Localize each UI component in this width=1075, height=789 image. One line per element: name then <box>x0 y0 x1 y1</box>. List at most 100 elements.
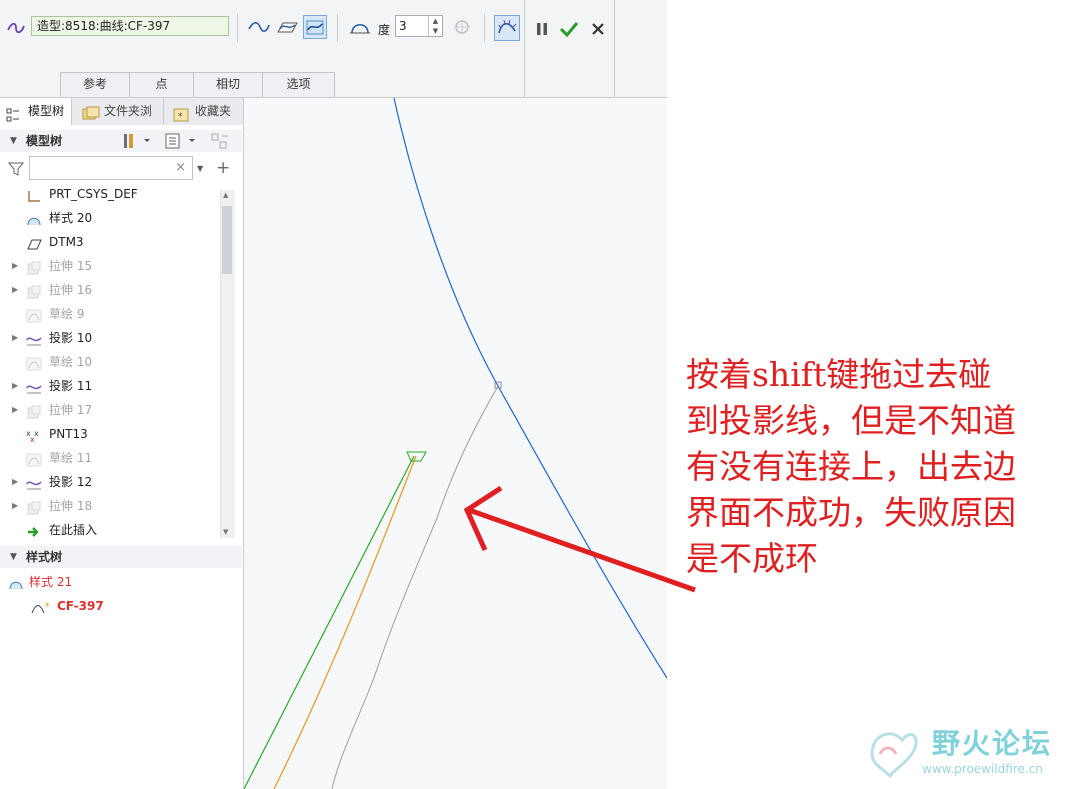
graphics-viewport[interactable] <box>244 98 667 789</box>
tree-item[interactable]: ▶ 投影 12 <box>0 470 220 494</box>
tab-references[interactable]: 参考 <box>60 72 130 97</box>
tree-item[interactable]: ▶ 拉伸 16 <box>0 278 220 302</box>
projection-icon <box>26 331 42 346</box>
tab-folder-browser[interactable]: 文件夹浏 <box>72 98 164 125</box>
ribbon-toolbar: 造型:8518:曲线:CF-397 度 3 ▲ ▼ 参考 点 相切 选项 <box>0 0 667 98</box>
tree-item[interactable]: PRT_CSYS_DEF <box>0 184 220 206</box>
watermark-url: www.proewildfire.cn <box>922 762 1043 776</box>
annotation-line: 界面不成功，失败原因 <box>686 493 1016 532</box>
tab-model-tree-label: 模型树 <box>28 104 65 118</box>
add-filter-icon[interactable]: + <box>216 158 230 178</box>
cancel-icon[interactable] <box>586 17 610 41</box>
sketch-icon <box>26 307 42 323</box>
tab-folder-browser-label: 文件夹浏 <box>104 104 153 118</box>
scroll-thumb[interactable] <box>222 206 232 274</box>
show-hide-icon[interactable] <box>210 132 232 157</box>
tree-item[interactable]: 草绘 11 <box>0 446 220 470</box>
annotation-line: 按着shift键拖过去碰 <box>686 355 992 394</box>
style-tree-header[interactable]: ▼ 样式树 <box>0 546 242 568</box>
expand-arrow-icon[interactable]: ▶ <box>12 470 18 494</box>
extrude-icon <box>26 499 42 515</box>
expand-arrow-icon[interactable]: ▶ <box>12 494 18 518</box>
tab-model-tree[interactable]: 模型树 <box>0 98 72 125</box>
spinner-arrows-icon[interactable]: ▲ ▼ <box>428 16 442 36</box>
planar-curve-icon[interactable] <box>275 15 299 39</box>
sketch-icon <box>26 355 42 371</box>
tree-item[interactable]: DTM3 <box>0 230 220 254</box>
tree-item[interactable]: 草绘 10 <box>0 350 220 374</box>
scroll-down-icon[interactable]: ▼ <box>223 528 228 536</box>
svg-text:*: * <box>45 602 50 612</box>
svg-text:x: x <box>34 429 39 438</box>
green-endpoint-marker <box>406 451 427 462</box>
settings-tools-icon[interactable] <box>122 132 152 157</box>
clear-filter-icon[interactable]: × <box>175 160 186 175</box>
scroll-up-icon[interactable]: ▲ <box>223 191 228 199</box>
annotation-line: 有没有连接上，出去边 <box>686 447 1016 486</box>
cos-curve-icon[interactable] <box>303 15 327 39</box>
collapse-arrow-icon[interactable]: ▼ <box>10 130 17 152</box>
insert-here-icon <box>26 523 42 537</box>
extrude-icon <box>26 259 42 275</box>
favorites-icon: * <box>173 105 189 132</box>
expand-arrow-icon[interactable]: ▶ <box>12 398 18 422</box>
tree-item-label: 草绘 9 <box>49 307 85 321</box>
expand-arrow-icon[interactable]: ▶ <box>12 374 18 398</box>
annotation-arrow-icon <box>463 485 696 593</box>
tree-item-label: 样式 20 <box>49 211 93 225</box>
model-tree-icon <box>6 105 20 132</box>
expand-arrow-icon[interactable]: ▶ <box>12 254 18 278</box>
free-curve-icon[interactable] <box>247 15 271 39</box>
tab-points[interactable]: 点 <box>129 72 194 97</box>
tree-item[interactable]: ▶ 拉伸 15 <box>0 254 220 278</box>
tree-item[interactable]: ▶ 拉伸 18 <box>0 494 220 518</box>
filter-icon[interactable] <box>7 161 25 180</box>
style-child-label: CF-397 <box>57 599 104 613</box>
curve-name-field[interactable]: 造型:8518:曲线:CF-397 <box>31 16 229 36</box>
model-tree-title: 模型树 <box>26 134 63 148</box>
collapse-arrow-icon[interactable]: ▼ <box>10 546 17 568</box>
green-curve <box>244 455 415 789</box>
navigator-panel: 模型树 文件夹浏 * 收藏夹 ▼ 模型树 × ▼ + PRT_CSYS_DEF 样… <box>0 98 244 789</box>
tree-item-label: PNT13 <box>49 427 88 441</box>
projection-icon <box>26 475 42 490</box>
datum-plane-icon <box>26 235 42 250</box>
tree-item-label: 拉伸 16 <box>49 283 93 297</box>
style-tree-root[interactable]: 样式 21 <box>0 570 220 594</box>
expand-arrow-icon[interactable]: ▶ <box>12 278 18 302</box>
tree-item[interactable]: 在此插入 <box>0 518 220 542</box>
degree-value: 3 <box>399 19 407 33</box>
tree-item[interactable]: 样式 20 <box>0 206 220 230</box>
filter-dropdown-icon[interactable]: ▼ <box>197 164 203 173</box>
tree-item[interactable]: 草绘 9 <box>0 302 220 326</box>
tree-item-label: 拉伸 18 <box>49 499 93 513</box>
tree-item[interactable]: ▶ 拉伸 17 <box>0 398 220 422</box>
annotation-line: 到投影线，但是不知道 <box>686 401 1016 440</box>
expand-arrow-icon[interactable]: ▶ <box>12 326 18 350</box>
ok-check-icon[interactable] <box>557 17 581 41</box>
tree-item-label: 投影 10 <box>49 331 93 345</box>
tree-item-label: 在此插入 <box>49 523 98 537</box>
sketch-icon <box>26 451 42 467</box>
pause-icon[interactable] <box>530 17 554 41</box>
tree-item[interactable]: x x x PNT13 <box>0 422 220 446</box>
svg-text:x: x <box>30 435 35 443</box>
extrude-icon <box>26 403 42 419</box>
datum-point-icon: xxx <box>26 427 42 444</box>
style-tree-title: 样式树 <box>26 550 63 564</box>
tree-item-label: 投影 11 <box>49 379 93 393</box>
tree-filter-input[interactable]: × <box>29 156 193 180</box>
tab-options[interactable]: 选项 <box>262 72 335 97</box>
tree-columns-icon[interactable] <box>165 132 201 157</box>
style-tree-child[interactable]: * CF-397 <box>0 594 220 618</box>
tree-item[interactable]: ▶ 投影 11 <box>0 374 220 398</box>
degree-spinner[interactable]: 3 ▲ ▼ <box>395 15 443 37</box>
radial-plane-icon[interactable] <box>348 15 372 39</box>
tree-item-label: 草绘 11 <box>49 451 93 465</box>
model-tree-header[interactable]: ▼ 模型树 <box>0 130 242 152</box>
tree-item-label: DTM3 <box>49 235 84 249</box>
tab-tangency[interactable]: 相切 <box>193 72 263 97</box>
tab-favorites[interactable]: * 收藏夹 <box>164 98 243 125</box>
curvature-icon[interactable] <box>494 15 520 41</box>
tree-item[interactable]: ▶ 投影 10 <box>0 326 220 350</box>
